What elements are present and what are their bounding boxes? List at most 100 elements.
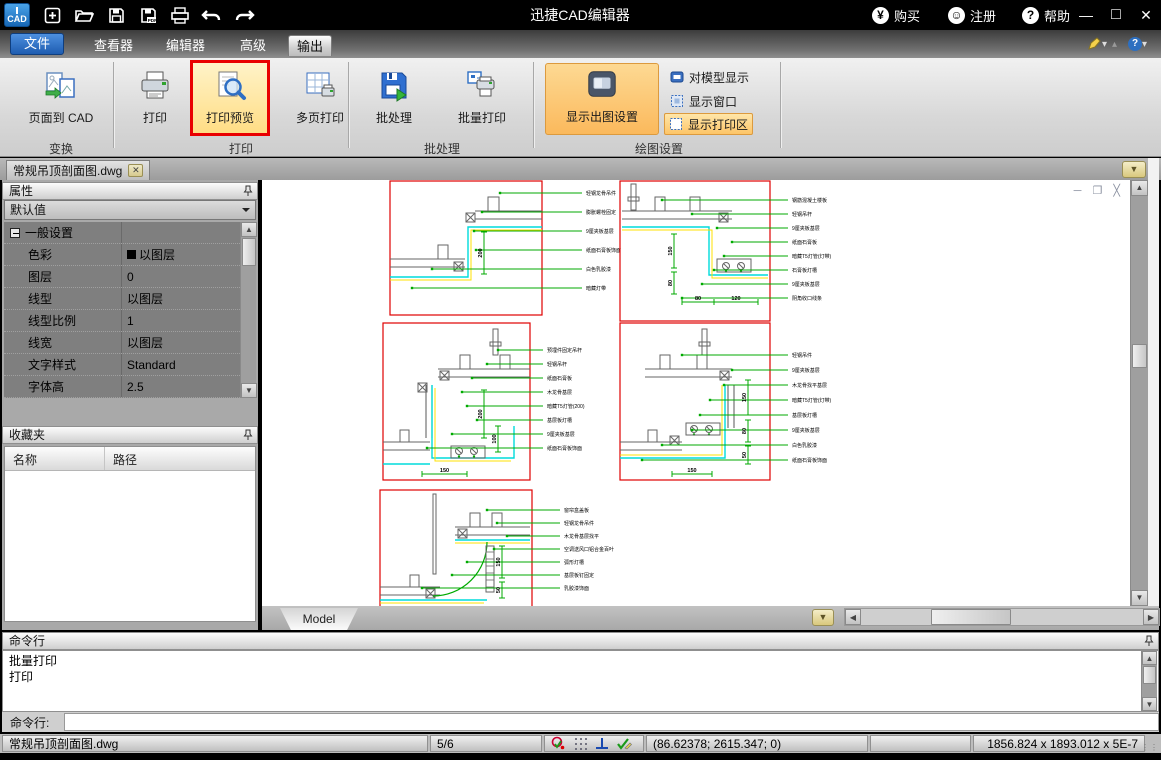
yuan-icon: ¥ — [872, 6, 889, 24]
snap-icon[interactable] — [551, 736, 566, 751]
favorites-list[interactable]: 名称 路径 — [4, 446, 256, 622]
drawing-annotation: 基层板钉固定 — [564, 572, 594, 579]
ribbon-button-print-preview[interactable]: 打印预览 — [193, 64, 267, 136]
property-row[interactable]: 线型 以图层 — [4, 288, 256, 310]
ribbon-button-print[interactable]: 打印 — [127, 64, 183, 136]
maximize-button[interactable]: □ — [1102, 4, 1130, 26]
help-dropdown-icon[interactable]: ? ▾ — [1128, 35, 1150, 53]
command-panel-header[interactable]: 命令行 — [2, 632, 1159, 650]
properties-group-row[interactable]: 一般设置 — [4, 222, 256, 244]
help-button[interactable]: ? 帮助 — [1022, 3, 1070, 27]
pin-icon[interactable] — [243, 185, 253, 197]
canvas-vertical-scrollbar[interactable]: ▲ ▼ — [1130, 180, 1148, 606]
drawing-canvas[interactable]: 轻钢龙骨吊件 膨胀螺栓固定 9厘夹板基层 纸面石膏板饰面 白色乳胶漆 暗藏灯带 200 钢筋混… — [262, 180, 1130, 606]
drawing-annotation: 纸面石膏板饰面 — [792, 457, 827, 464]
detail-panel-border — [382, 322, 531, 481]
save-pdf-icon[interactable]: PDF — [136, 4, 160, 26]
pin-icon[interactable] — [243, 429, 253, 441]
drawing-annotation: 阴角收口线条 — [792, 295, 822, 302]
tab-viewer[interactable]: 查看器 — [86, 35, 141, 56]
favorites-panel-header[interactable]: 收藏夹 — [2, 426, 258, 444]
property-row[interactable]: 色彩 以图层 — [4, 244, 256, 266]
save-icon[interactable] — [104, 4, 128, 26]
tab-list-chevron-icon[interactable]: ▼ — [1122, 161, 1146, 178]
drawing-annotation: 窗帘盒盖板 — [564, 507, 589, 514]
file-menu-button[interactable]: 文件 — [10, 33, 64, 55]
property-row[interactable]: 线宽 以图层 — [4, 332, 256, 354]
resize-grip-icon[interactable]: ⋮⋮ — [1141, 735, 1159, 752]
command-history[interactable]: 批量打印 打印 — [2, 650, 1159, 712]
property-row[interactable]: 字体高 2.5 — [4, 376, 256, 398]
command-input-row: 命令行: — [2, 712, 1159, 732]
tab-editor[interactable]: 编辑器 — [158, 35, 213, 56]
print-icon[interactable] — [168, 4, 192, 26]
svg-text:150: 150 — [742, 393, 748, 402]
ortho-icon[interactable] — [595, 736, 609, 751]
group-label-transform: 变换 — [48, 142, 73, 156]
child-window-controls[interactable]: ─ ❐ ╳ — [1074, 184, 1124, 197]
properties-panel-header[interactable]: 属性 — [2, 182, 258, 200]
document-tab-bar: 常规吊顶剖面图.dwg ✕ ▼ — [0, 158, 1161, 180]
command-history-line: 打印 — [9, 670, 34, 684]
properties-preset-dropdown[interactable]: 默认值 — [4, 200, 256, 220]
ribbon-button-batch-process[interactable]: 批处理 — [362, 64, 426, 136]
svg-text:150: 150 — [440, 468, 449, 474]
edit-dropdown-icon[interactable]: ▾ — [1086, 35, 1108, 53]
left-dock: 属性 默认值 一般设置 色彩 以图层 图层 0 线型 以图层 线型比例 1 线宽 以图层 文字样式 S… — [2, 180, 258, 630]
favorites-column-name[interactable]: 名称 — [5, 447, 105, 470]
model-tab[interactable]: Model — [280, 608, 358, 630]
grid-icon[interactable] — [573, 736, 588, 751]
property-row[interactable]: 文字样式 Standard — [4, 354, 256, 376]
ribbon-button-display-plot-settings[interactable]: 显示出图设置 — [545, 63, 659, 135]
svg-text:80: 80 — [695, 296, 701, 302]
print-ribbon-icon — [138, 69, 172, 103]
canvas-horizontal-scrollbar[interactable]: ◀ ▶ — [844, 608, 1160, 626]
draw-check-icon[interactable] — [616, 736, 632, 751]
user-icon: ☺ — [948, 6, 965, 24]
close-button[interactable]: ✕ — [1132, 4, 1160, 26]
status-page: 5/6 — [430, 735, 542, 752]
command-scrollbar[interactable]: ▲ ▼ — [1141, 651, 1157, 711]
toggle-model-display[interactable]: 对模型显示 — [666, 66, 753, 88]
status-size-info: 1856.824 x 1893.012 x 5E-7 — [973, 735, 1145, 752]
toggle-display-print-area[interactable]: 显示打印区 — [664, 113, 754, 135]
properties-scrollbar[interactable]: ▲ ▼ — [240, 222, 257, 398]
svg-text:200: 200 — [478, 248, 484, 257]
minimize-button[interactable]: — — [1072, 4, 1100, 26]
drawing-annotation: 木龙骨基层找平 — [564, 533, 599, 540]
toggle-display-window[interactable]: 显示窗口 — [666, 90, 741, 112]
open-file-icon[interactable] — [72, 4, 96, 26]
buy-button[interactable]: ¥ 购买 — [872, 3, 920, 27]
ribbon-button-multipage-print[interactable]: 多页打印 — [284, 64, 356, 136]
app-logo-icon[interactable]: CAD — [4, 3, 30, 27]
display-window-icon — [670, 94, 684, 108]
svg-text:120: 120 — [731, 296, 740, 302]
drawing-annotation: 轻钢吊件 — [792, 352, 812, 359]
property-row[interactable]: 线型比例 1 — [4, 310, 256, 332]
ribbon-button-page-to-cad[interactable]: 页面到 CAD — [14, 64, 108, 136]
redo-icon[interactable] — [232, 4, 256, 26]
pin-icon[interactable] — [1144, 635, 1154, 647]
drawing-annotation: 暗藏灯带 — [586, 285, 606, 292]
drawing-annotation: 石膏板灯槽 — [792, 267, 817, 274]
group-label-plot-settings: 绘图设置 — [634, 142, 683, 156]
collapse-minus-icon[interactable] — [10, 227, 20, 238]
drawing-annotation: 轻钢吊杆 — [792, 211, 812, 218]
svg-text:150: 150 — [687, 468, 696, 474]
batch-print-icon — [465, 69, 499, 103]
drawing-annotation: 基层板灯槽 — [547, 417, 572, 424]
undo-icon[interactable] — [200, 4, 224, 26]
drawing-annotation: 基层板灯槽 — [792, 412, 817, 419]
tab-output[interactable]: 输出 — [288, 35, 333, 56]
command-input[interactable] — [64, 713, 1159, 731]
document-tab-close-icon[interactable]: ✕ — [128, 164, 144, 177]
new-file-icon[interactable] — [40, 4, 64, 26]
ribbon-button-batch-print[interactable]: 批量打印 — [444, 64, 520, 136]
property-row[interactable]: 图层 0 — [4, 266, 256, 288]
favorites-column-path[interactable]: 路径 — [105, 447, 137, 470]
document-tab[interactable]: 常规吊顶剖面图.dwg ✕ — [6, 160, 151, 180]
status-coordinates: (86.62378; 2615.347; 0) — [646, 735, 868, 752]
register-button[interactable]: ☺ 注册 — [948, 3, 996, 27]
tab-advanced[interactable]: 高级 — [232, 35, 274, 56]
layout-list-chevron-icon[interactable]: ▼ — [812, 609, 834, 626]
